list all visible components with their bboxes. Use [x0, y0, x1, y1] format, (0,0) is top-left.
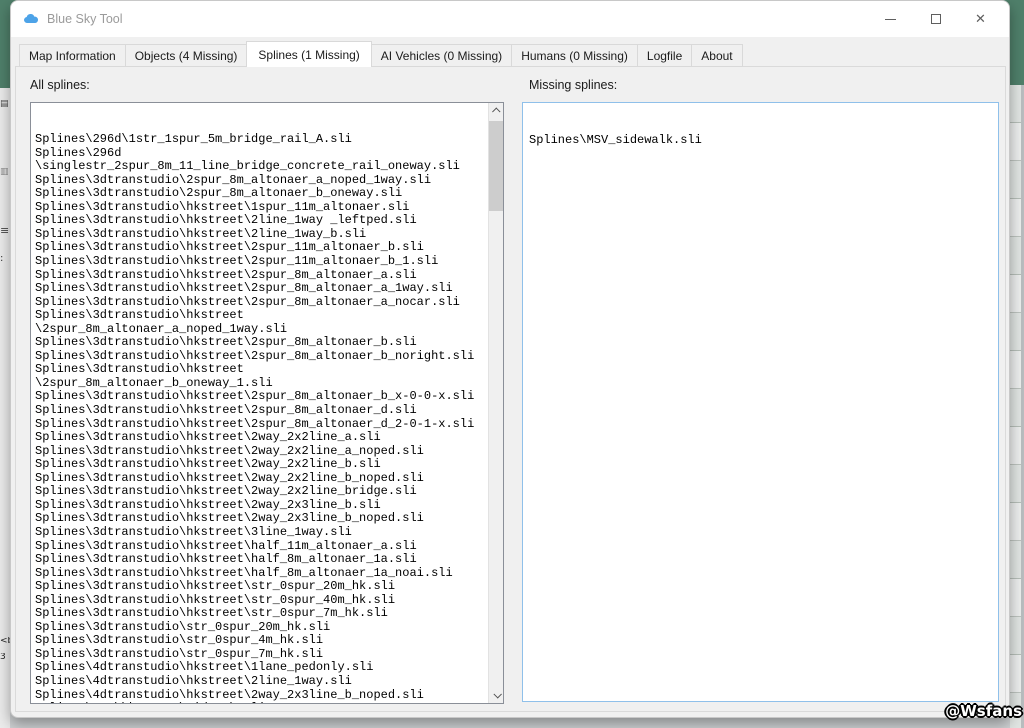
spline-path-line[interactable]: Splines\3dtranstudio\hkstreet\2spur_8m_a…	[35, 390, 501, 404]
spline-path-line[interactable]: Splines\4dtranstudio\hkstreet\1lane_pedo…	[35, 661, 501, 675]
spline-path-line[interactable]: Splines\3dtranstudio\hkstreet\2way_2x2li…	[35, 485, 501, 499]
spline-path-line[interactable]: \singlestr_2spur_8m_11_line_bridge_concr…	[35, 160, 501, 174]
chevron-down-icon	[492, 690, 502, 699]
spline-path-line[interactable]: Splines\3dtranstudio\hkstreet\2way_2x3li…	[35, 512, 501, 526]
spline-path-line[interactable]: \2spur_8m_altonaer_a_noped_1way.sli	[35, 322, 501, 337]
spline-path-line[interactable]: Splines\3dtranstudio\hkstreet\2way_2x2li…	[35, 431, 501, 445]
spline-path-line[interactable]: Splines\3dtranstudio\hkstreet\2way_2x2li…	[35, 458, 501, 472]
spline-path-line[interactable]: Splines\296d	[35, 146, 501, 161]
background-fragment: ▥	[0, 168, 9, 177]
spline-path-line[interactable]: Splines\3dtranstudio\hkstreet\2spur_8m_a…	[35, 403, 501, 418]
spline-path-line[interactable]: Splines\3dtranstudio\str_0spur_4m_hk.sli	[35, 634, 501, 648]
chevron-up-icon	[491, 107, 501, 116]
spline-path-line[interactable]: Splines\3dtranstudio\hkstreet\half_8m_al…	[35, 552, 501, 567]
spline-path-line[interactable]: Splines\3dtranstudio\hkstreet\2way_2x2li…	[35, 444, 501, 459]
spline-path-line[interactable]: Splines\3dtranstudio\hkstreet\2spur_8m_a…	[35, 282, 501, 296]
tab-logfile[interactable]: Logfile	[636, 44, 693, 67]
app-window: Blue Sky Tool ✕ Map Information Objects (…	[10, 0, 1010, 718]
tab-ai-vehicles-0-missing[interactable]: AI Vehicles (0 Missing)	[370, 44, 513, 67]
spline-path-line[interactable]: Splines\3dtranstudio\hkstreet\2spur_11m_…	[35, 241, 501, 255]
spline-path-line[interactable]: Splines\4dtranstudio\hkstreet\2way_2x3li…	[35, 688, 501, 703]
spline-path-line[interactable]: Splines\3dtranstudio\hkstreet\half_8m_al…	[35, 566, 501, 581]
spline-path-line[interactable]: Splines\3dtranstudio\hkstreet\str_0spur_…	[35, 580, 501, 594]
splines-tab-page: All splines: Missing splines: Splines\29…	[15, 66, 1006, 712]
tab-map-information[interactable]: Map Information	[19, 44, 126, 67]
tab-strip: Map Information Objects (4 Missing) Spline…	[19, 41, 743, 67]
tab-about[interactable]: About	[691, 44, 743, 67]
spline-path-line[interactable]: Splines\3dtranstudio\hkstreet\2way_2x3li…	[35, 498, 501, 513]
maximize-icon	[930, 14, 941, 24]
spline-path-line[interactable]: Splines\3dtranstudio\str_0spur_7m_hk.sli	[35, 647, 501, 662]
background-fragment: 3	[0, 653, 6, 662]
spline-path-line[interactable]: Splines\4dtranstudio\hkstreet\2line_1way…	[35, 674, 501, 689]
tab-objects-4-missing[interactable]: Objects (4 Missing)	[124, 44, 248, 67]
scroll-down-button[interactable]	[489, 687, 503, 703]
scroll-up-button[interactable]	[489, 103, 503, 119]
tab-humans-0-missing[interactable]: Humans (0 Missing)	[511, 44, 638, 67]
scrollbar-thumb[interactable]	[489, 121, 503, 211]
tab-splines-1-missing[interactable]: Splines (1 Missing)	[246, 41, 372, 67]
background-left-strip: ▤ ▥ ≡: <b 3	[0, 88, 10, 728]
close-icon: ✕	[975, 11, 986, 27]
spline-path-line[interactable]: Splines\296d\1str_1spur_5m_bridge_rail_A…	[35, 133, 501, 147]
spline-path-line[interactable]: Splines\3dtranstudio\hkstreet\2way_2x2li…	[35, 471, 501, 486]
all-splines-scrollbar[interactable]	[488, 103, 503, 703]
cloud-app-icon	[24, 13, 39, 23]
missing-splines-label: Missing splines:	[529, 78, 618, 92]
background-fragment: :	[0, 254, 4, 263]
background-fragment: ▤	[0, 100, 9, 109]
spline-path-line[interactable]: Splines\3dtranstudio\hkstreet\2line_1way…	[35, 214, 501, 228]
spline-path-line[interactable]: Splines\3dtranstudio\hkstreet	[35, 363, 501, 377]
spline-path-line[interactable]: Splines\3dtranstudio\hkstreet\2line_1way…	[35, 227, 501, 242]
spline-path-line[interactable]: Splines\3dtranstudio\hkstreet\3line_1way…	[35, 525, 501, 540]
all-splines-listbox[interactable]: Splines\296d\1str_1spur_5m_bridge_rail_A…	[30, 102, 504, 704]
background-right-strip	[1010, 85, 1024, 728]
spline-path-line[interactable]: Splines\3dtranstudio\hkstreet\2spur_8m_a…	[35, 417, 501, 432]
spline-path-line[interactable]: Splines\3dtranstudio\hkstreet\half_11m_a…	[35, 539, 501, 554]
maximize-button[interactable]	[913, 1, 958, 37]
spline-path-line[interactable]: Splines\83K\hkstreet\midcurb.sli	[35, 702, 501, 703]
minimize-button[interactable]	[868, 1, 913, 37]
background-fragment: <b	[0, 637, 10, 646]
watermark-text: @Wsfans	[945, 702, 1022, 720]
spline-path-line[interactable]: Splines\3dtranstudio\hkstreet\2spur_8m_a…	[35, 336, 501, 350]
all-splines-label: All splines:	[30, 78, 90, 92]
background-fragment: ≡	[0, 226, 10, 235]
spline-path-line[interactable]: Splines\3dtranstudio\hkstreet\2spur_8m_a…	[35, 349, 501, 364]
spline-path-line[interactable]: Splines\3dtranstudio\hkstreet\str_0spur_…	[35, 593, 501, 608]
spline-path-line[interactable]: Splines\3dtranstudio\str_0spur_20m_hk.sl…	[35, 620, 501, 635]
spline-path-line[interactable]: Splines\3dtranstudio\hkstreet\str_0spur_…	[35, 607, 501, 621]
spline-path-line[interactable]: Splines\3dtranstudio\hkstreet	[35, 309, 501, 323]
spline-path-line[interactable]: Splines\MSV_sidewalk.sli	[529, 134, 996, 148]
titlebar[interactable]: Blue Sky Tool ✕	[11, 1, 1009, 37]
spline-path-line[interactable]: Splines\3dtranstudio\hkstreet\2spur_8m_a…	[35, 295, 501, 310]
spline-path-line[interactable]: \2spur_8m_altonaer_b_oneway_1.sli	[35, 376, 501, 391]
spline-path-line[interactable]: Splines\3dtranstudio\hkstreet\1spur_11m_…	[35, 200, 501, 215]
minimize-icon	[885, 18, 896, 20]
spline-path-line[interactable]: Splines\3dtranstudio\2spur_8m_altonaer_b…	[35, 187, 501, 201]
window-title: Blue Sky Tool	[47, 12, 123, 26]
spline-path-line[interactable]: Splines\3dtranstudio\hkstreet\2spur_8m_a…	[35, 268, 501, 283]
spline-path-line[interactable]: Splines\3dtranstudio\hkstreet\2spur_11m_…	[35, 254, 501, 269]
spline-path-line[interactable]: Splines\3dtranstudio\2spur_8m_altonaer_a…	[35, 173, 501, 188]
close-button[interactable]: ✕	[958, 1, 1003, 37]
missing-splines-listbox[interactable]: Splines\MSV_sidewalk.sli	[522, 102, 999, 702]
